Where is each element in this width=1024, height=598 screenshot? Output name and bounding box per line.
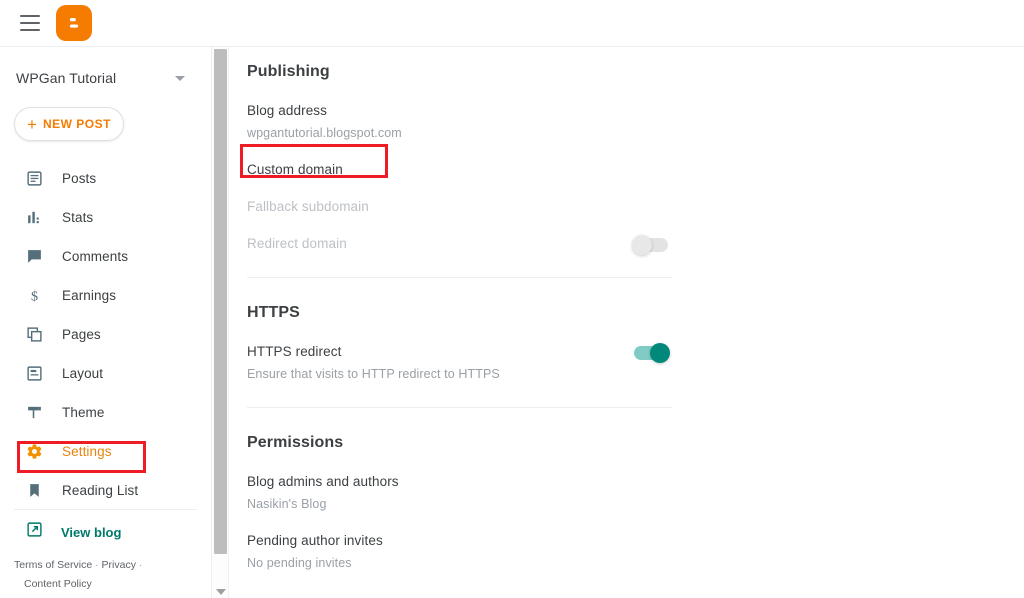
- sidebar-scrollbar[interactable]: [212, 47, 229, 598]
- legal-separator: ·: [138, 559, 143, 571]
- blogger-logo-icon[interactable]: [56, 5, 92, 41]
- svg-text:$: $: [30, 288, 37, 304]
- view-blog-button[interactable]: View blog: [0, 510, 211, 554]
- blog-selector-label: WPGan Tutorial: [16, 70, 117, 86]
- setting-title: Blog address: [247, 103, 327, 118]
- scrollbar-thumb[interactable]: [214, 49, 227, 554]
- sidebar-item-label: Posts: [62, 171, 97, 186]
- setting-title: Custom domain: [247, 162, 343, 177]
- view-blog-label: View blog: [61, 524, 122, 540]
- new-post-label: NEW POST: [42, 117, 111, 131]
- privacy-link[interactable]: Privacy: [102, 559, 136, 571]
- external-link-icon: [26, 521, 43, 543]
- sidebar-item-pages[interactable]: Pages: [0, 315, 211, 354]
- settings-content: Publishing Blog address wpgantutorial.bl…: [229, 47, 1024, 598]
- divider: [247, 407, 672, 408]
- setting-pending-author-invites[interactable]: Pending author invites No pending invite…: [247, 511, 672, 570]
- setting-title: Fallback subdomain: [247, 199, 369, 214]
- scroll-down-arrow-icon[interactable]: [216, 589, 226, 595]
- https-redirect-toggle[interactable]: [634, 343, 670, 363]
- top-bar: [0, 0, 1024, 47]
- pages-icon: [24, 325, 44, 345]
- setting-value: wpgantutorial.blogspot.com: [247, 126, 402, 140]
- setting-title: HTTPS redirect: [247, 344, 342, 359]
- sidebar-nav: Posts Stats Comments $ Earnings Pages La…: [0, 159, 211, 510]
- toggle-knob: [650, 343, 670, 363]
- sidebar-item-posts[interactable]: Posts: [0, 159, 211, 198]
- sidebar-item-label: Settings: [62, 444, 112, 459]
- sidebar-item-label: Theme: [62, 405, 105, 420]
- blog-selector[interactable]: WPGan Tutorial: [0, 59, 211, 97]
- setting-custom-domain[interactable]: Custom domain: [247, 140, 672, 177]
- setting-https-redirect[interactable]: HTTPS redirect Ensure that visits to HTT…: [247, 322, 672, 381]
- sidebar-item-label: Comments: [62, 249, 129, 264]
- sidebar-item-stats[interactable]: Stats: [0, 198, 211, 237]
- comments-icon: [24, 247, 44, 267]
- setting-blog-admins-and-authors[interactable]: Blog admins and authors Nasikin's Blog: [247, 452, 672, 511]
- section-heading: Permissions: [247, 434, 344, 451]
- theme-icon: [24, 403, 44, 423]
- sidebar-item-theme[interactable]: Theme: [0, 393, 211, 432]
- sidebar-item-reading-list[interactable]: Reading List: [0, 471, 211, 510]
- setting-fallback-subdomain: Fallback subdomain: [247, 177, 672, 214]
- sidebar-item-settings[interactable]: Settings: [0, 432, 211, 471]
- layout-icon: [24, 364, 44, 384]
- setting-blog-address[interactable]: Blog address wpgantutorial.blogspot.com: [247, 81, 672, 140]
- sidebar-item-layout[interactable]: Layout: [0, 354, 211, 393]
- sidebar-item-label: Reading List: [62, 483, 139, 498]
- setting-value: No pending invites: [247, 556, 352, 570]
- section-permissions: Permissions Blog admins and authors Nasi…: [247, 434, 672, 570]
- legal-links: Terms of Service · Privacy · Content Pol…: [0, 554, 211, 594]
- setting-description: Ensure that visits to HTTP redirect to H…: [247, 367, 500, 381]
- sidebar-item-label: Layout: [62, 366, 104, 381]
- sidebar-footer: View blog Terms of Service · Privacy · C…: [0, 509, 211, 598]
- section-https: HTTPS HTTPS redirect Ensure that visits …: [247, 304, 672, 408]
- bookmark-icon: [24, 481, 44, 501]
- sidebar: WPGan Tutorial + NEW POST Posts Stats Co…: [0, 47, 212, 598]
- stats-icon: [24, 208, 44, 228]
- setting-title: Pending author invites: [247, 533, 383, 548]
- setting-title: Blog admins and authors: [247, 474, 399, 489]
- setting-value: Nasikin's Blog: [247, 497, 327, 511]
- blogger-settings-screen: WPGan Tutorial + NEW POST Posts Stats Co…: [0, 0, 1024, 598]
- chevron-down-icon: [175, 75, 185, 81]
- legal-separator: ·: [95, 559, 99, 571]
- sidebar-item-earnings[interactable]: $ Earnings: [0, 276, 211, 315]
- sidebar-item-label: Earnings: [62, 288, 117, 303]
- divider: [247, 277, 672, 278]
- earnings-icon: $: [24, 286, 44, 306]
- content-policy-link[interactable]: Content Policy: [24, 578, 92, 590]
- sidebar-item-label: Stats: [62, 210, 94, 225]
- redirect-domain-toggle[interactable]: [632, 235, 668, 255]
- section-heading: HTTPS: [247, 304, 300, 321]
- gear-icon: [24, 442, 44, 462]
- plus-icon: +: [27, 114, 37, 134]
- hamburger-menu-icon[interactable]: [20, 15, 40, 31]
- toggle-knob: [632, 235, 652, 255]
- section-heading: Publishing: [247, 63, 330, 80]
- section-publishing: Publishing Blog address wpgantutorial.bl…: [247, 63, 672, 278]
- setting-redirect-domain: Redirect domain: [247, 214, 672, 255]
- sidebar-item-label: Pages: [62, 327, 101, 342]
- posts-icon: [24, 169, 44, 189]
- new-post-button[interactable]: + NEW POST: [14, 107, 124, 141]
- sidebar-item-comments[interactable]: Comments: [0, 237, 211, 276]
- setting-title: Redirect domain: [247, 236, 347, 251]
- terms-of-service-link[interactable]: Terms of Service: [14, 559, 92, 571]
